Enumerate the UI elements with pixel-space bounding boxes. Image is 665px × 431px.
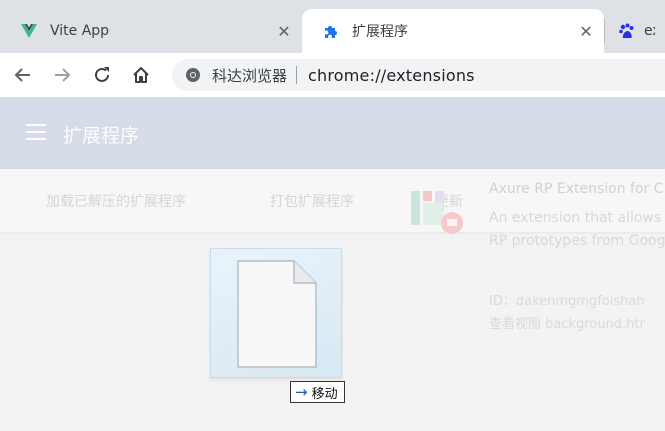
tab-strip: Vite App ✕ 扩展程序 ✕ ext [0,0,665,53]
arrow-left-icon [14,68,30,82]
extension-description: RP prototypes from Goog [489,233,665,249]
tab-extensions[interactable]: 扩展程序 ✕ [302,9,604,53]
tab-divider [604,18,605,44]
extension-name: Axure RP Extension for C [489,181,664,197]
close-icon[interactable]: ✕ [276,22,292,41]
arrow-right-icon: → [295,383,308,401]
extension-id: ID：dakenmgmgfoishah [489,294,645,309]
move-label-text: 移动 [311,386,338,402]
baidu-icon [618,22,636,40]
move-tooltip: → 移动 [290,381,345,403]
extension-views-link[interactable]: 查看视图 background.htr [489,313,645,332]
browser-toolbar: 科达浏览器 chrome://extensions [0,53,665,97]
page-header: 扩展程序 [0,97,665,169]
forward-button[interactable] [48,61,76,89]
puzzle-icon [322,22,340,40]
tab-title: 扩展程序 [352,24,408,40]
close-icon[interactable]: ✕ [578,22,594,41]
arrow-right-icon [55,68,71,82]
tab-vite-app[interactable]: Vite App ✕ [0,9,302,53]
vite-icon [20,22,38,40]
page-title: 扩展程序 [63,125,140,147]
file-icon [237,260,317,368]
tab-title: ext [644,23,655,39]
tab-title: Vite App [50,23,110,39]
chrome-icon [184,66,202,84]
tab-baidu[interactable]: ext [604,9,665,53]
site-name: 科达浏览器 [212,66,288,85]
pack-extension-button[interactable]: 打包扩展程序 [270,191,354,211]
menu-icon[interactable] [26,124,46,140]
home-button[interactable] [127,61,155,89]
axure-extension-icon [408,187,468,247]
address-bar[interactable]: 科达浏览器 chrome://extensions [172,59,665,91]
home-icon [133,67,149,83]
reload-icon [95,67,109,82]
extension-description: An extension that allows [489,210,662,226]
omnibox-divider [296,66,298,84]
url-text[interactable]: chrome://extensions [308,66,475,85]
drag-file-ghost [210,248,342,378]
load-unpacked-button[interactable]: 加载已解压的扩展程序 [46,191,186,211]
back-button[interactable] [9,61,37,89]
reload-button[interactable] [88,61,116,89]
